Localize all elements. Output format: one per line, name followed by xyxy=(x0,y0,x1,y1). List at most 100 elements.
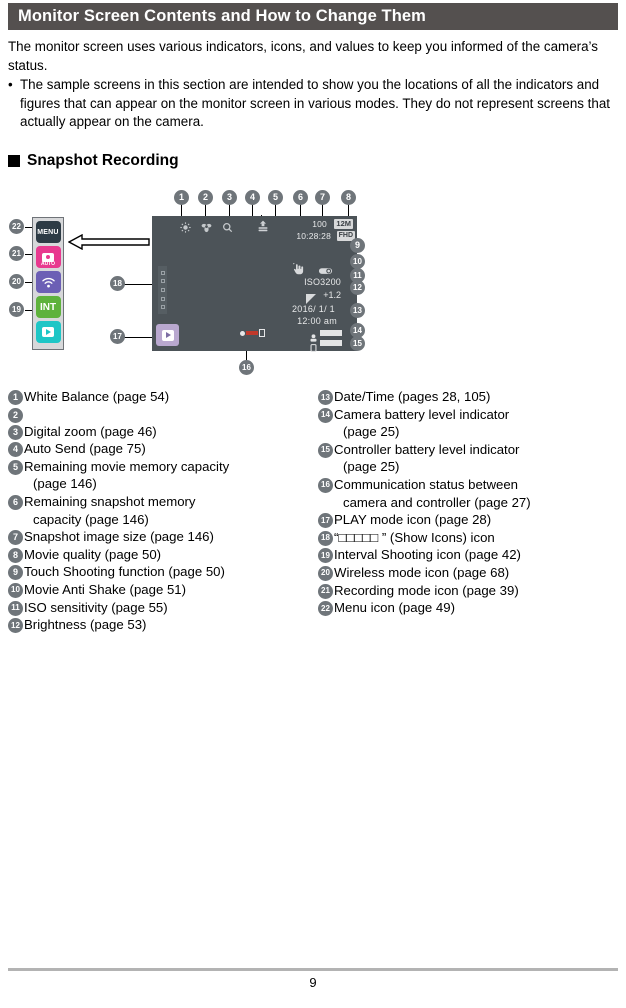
caption-number-badge: 1 xyxy=(8,390,23,405)
callout-10: 10 xyxy=(350,254,365,269)
caption-item: 17 PLAY mode icon (page 28) xyxy=(318,511,620,529)
caption-text: Digital zoom (page 46) xyxy=(24,423,310,441)
square-marker-icon xyxy=(8,155,20,167)
caption-text: Date/Time (pages 28, 105) xyxy=(334,388,620,406)
callout-22: 22 xyxy=(9,219,24,234)
caption-text: Menu icon (page 49) xyxy=(334,599,620,617)
caption-text-line: Camera battery level indicator xyxy=(334,406,510,422)
caption-text-continuation: (page 146) xyxy=(33,476,97,492)
caption-text-line: Menu icon (page 49) xyxy=(334,600,455,616)
iso-sensitivity-value: ISO3200 xyxy=(304,277,341,287)
caption-number-badge: 18 xyxy=(318,530,333,546)
caption-text: Controller battery level indicator (page … xyxy=(334,441,620,476)
caption-text xyxy=(24,406,310,423)
upload-icon xyxy=(257,219,269,232)
controller-battery-bar xyxy=(320,340,342,346)
time-value: 12:00 am xyxy=(297,316,337,326)
interval-icon-label: INT xyxy=(39,301,57,313)
hand-touch-icon xyxy=(292,262,305,275)
caption-number-badge: 13 xyxy=(318,390,333,405)
callout-1: 1 xyxy=(174,190,189,205)
caption-number-badge: 9 xyxy=(8,565,23,581)
caption-text: Remaining movie memory capacity (page 146… xyxy=(24,458,310,493)
caption-column-left: 1 White Balance (page 54) 2 3 Digital zoom (… xyxy=(8,388,310,634)
caption-number-badge: 10 xyxy=(8,582,23,598)
wifi-icon xyxy=(41,277,55,288)
caption-text-line: Remaining movie memory capacity xyxy=(24,458,230,474)
caption-number-badge: 8 xyxy=(8,547,23,563)
caption-number-badge: 17 xyxy=(318,513,333,529)
date-value: 2016/ 1/ 1 xyxy=(291,304,335,314)
recording-mode-icon[interactable]: AUTO xyxy=(35,246,61,268)
caption-column-right: 13 Date/Time (pages 28, 105) 14 Camera batt… xyxy=(318,388,620,634)
camera-battery-bar xyxy=(320,330,342,336)
caption-text-line: White Balance (page 54) xyxy=(24,389,170,404)
callout-18: 18 xyxy=(110,276,125,291)
caption-item: 11 ISO sensitivity (page 55) xyxy=(8,599,310,617)
caption-text: Remaining snapshot memory capacity (page … xyxy=(24,493,310,528)
callout-15: 15 xyxy=(350,336,365,351)
caption-item: 16 Communication status between camera and… xyxy=(318,476,620,511)
magnifier-icon xyxy=(222,220,233,233)
caption-text: Movie quality (page 50) xyxy=(24,546,310,564)
caption-text: Snapshot image size (page 146) xyxy=(24,528,310,546)
camera-battery-icon xyxy=(310,329,317,342)
recording-mode-auto-label: AUTO xyxy=(40,261,56,267)
mode-bar-pointer-arrow xyxy=(67,233,150,251)
callout-9: 9 xyxy=(350,238,365,253)
comm-controller-icon xyxy=(259,329,265,337)
camera-monitor-screen: 100 12M 10:28:28 FHD ISO3200 +1.2 2016/ … xyxy=(152,216,357,352)
show-icons-strip-icon[interactable] xyxy=(158,266,167,314)
play-mode-icon-inner xyxy=(161,329,174,341)
caption-number-badge: 3 xyxy=(8,424,23,440)
callout-4: 4 xyxy=(245,190,260,205)
monitor-top-icon-row xyxy=(180,220,233,233)
caption-number-badge: 21 xyxy=(318,583,333,599)
caption-text: PLAY mode icon (page 28) xyxy=(334,511,620,529)
caption-text-line: Movie Anti Shake (page 51) xyxy=(24,581,187,597)
callout-21: 21 xyxy=(9,246,24,261)
remaining-snapshots-value: 100 xyxy=(312,219,327,229)
play-mode-icon[interactable] xyxy=(156,324,179,346)
page-number: 9 xyxy=(309,975,317,990)
caption-item: 21 Recording mode icon (page 39) xyxy=(318,582,620,600)
caption-text-line: PLAY mode icon (page 28) xyxy=(334,512,492,528)
caption-number-badge: 5 xyxy=(8,459,23,475)
caption-text: Wireless mode icon (page 68) xyxy=(334,564,620,582)
callout-5: 5 xyxy=(268,190,283,205)
caption-item: 8 Movie quality (page 50) xyxy=(8,546,310,564)
wireless-mode-icon[interactable] xyxy=(35,271,61,293)
caption-number-badge: 22 xyxy=(318,601,333,617)
caption-text-line: Auto Send (page 75) xyxy=(24,441,146,457)
show-icons-dot xyxy=(160,305,165,310)
caption-text-line: Snapshot image size (page 146) xyxy=(24,529,214,545)
caption-text: Interval Shooting icon (page 42) xyxy=(334,546,620,564)
leader-line-7 xyxy=(322,204,323,216)
caption-text-line: Recording mode icon (page 39) xyxy=(334,582,519,598)
menu-icon[interactable]: MENU xyxy=(35,221,61,243)
footer-divider xyxy=(8,968,618,971)
callout-8: 8 xyxy=(341,190,356,205)
intro-paragraph: The monitor screen uses various indicato… xyxy=(8,39,598,73)
play-mode-bar-icon[interactable] xyxy=(35,321,61,343)
controller-battery-indicator xyxy=(310,339,342,352)
flower-icon xyxy=(201,220,212,233)
caption-number-badge: 15 xyxy=(318,442,333,458)
caption-item: 22 Menu icon (page 49) xyxy=(318,599,620,617)
caption-text-line: “□□□□□ ” (Show Icons) icon xyxy=(334,529,495,545)
camera-mode-bar: MENU AUTO INT xyxy=(32,217,64,350)
caption-text-line: Digital zoom (page 46) xyxy=(24,423,157,439)
caption-number-badge: 20 xyxy=(318,565,333,581)
caption-text-line: Date/Time (pages 28, 105) xyxy=(334,389,491,404)
caption-text: “□□□□□ ” (Show Icons) icon xyxy=(334,529,620,547)
interval-shooting-icon[interactable]: INT xyxy=(35,296,61,318)
callout-3: 3 xyxy=(222,190,237,205)
remaining-movie-time-value: 10:28:28 xyxy=(296,231,331,241)
brightness-value: +1.2 xyxy=(323,290,341,300)
caption-text: Auto Send (page 75) xyxy=(24,440,310,458)
caption-text: White Balance (page 54) xyxy=(24,388,310,406)
callout-17: 17 xyxy=(110,329,125,344)
caption-text: Communication status between camera and c… xyxy=(334,476,620,511)
page-title: Monitor Screen Contents and How to Chang… xyxy=(18,7,426,25)
caption-text-continuation: camera and controller (page 27) xyxy=(343,494,531,510)
